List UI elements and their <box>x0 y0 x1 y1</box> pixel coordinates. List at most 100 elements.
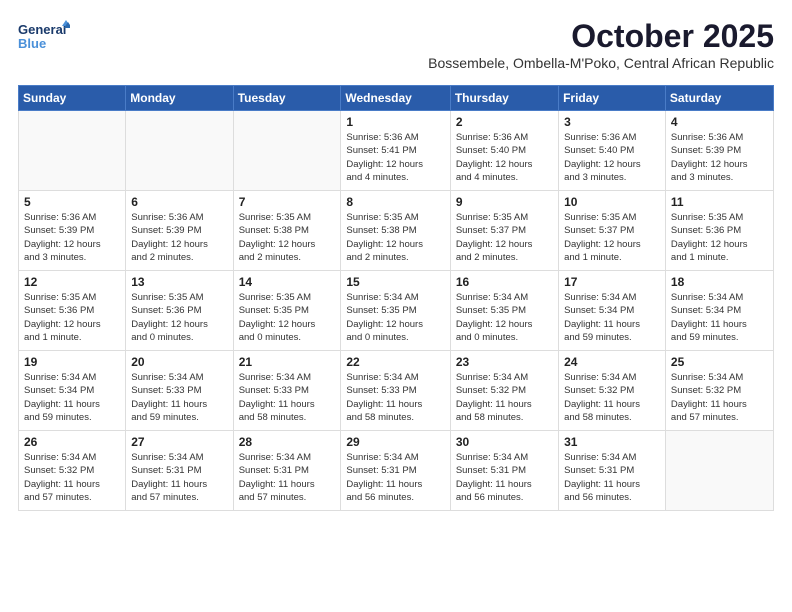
day-number: 12 <box>24 275 120 289</box>
day-info: Sunrise: 5:34 AM Sunset: 5:31 PM Dayligh… <box>564 451 660 504</box>
day-info: Sunrise: 5:35 AM Sunset: 5:36 PM Dayligh… <box>24 291 120 344</box>
day-cell-30: 30 Sunrise: 5:34 AM Sunset: 5:31 PM Dayli… <box>450 431 558 511</box>
day-number: 6 <box>131 195 227 209</box>
day-number: 7 <box>239 195 336 209</box>
day-number: 23 <box>456 355 553 369</box>
weekday-header-saturday: Saturday <box>665 86 773 111</box>
day-number: 9 <box>456 195 553 209</box>
weekday-header-sunday: Sunday <box>19 86 126 111</box>
day-info: Sunrise: 5:34 AM Sunset: 5:31 PM Dayligh… <box>456 451 553 504</box>
day-info: Sunrise: 5:34 AM Sunset: 5:34 PM Dayligh… <box>564 291 660 344</box>
day-cell-1: 1 Sunrise: 5:36 AM Sunset: 5:41 PM Daylig… <box>341 111 450 191</box>
day-info: Sunrise: 5:36 AM Sunset: 5:39 PM Dayligh… <box>24 211 120 264</box>
day-info: Sunrise: 5:34 AM Sunset: 5:31 PM Dayligh… <box>346 451 444 504</box>
day-info: Sunrise: 5:36 AM Sunset: 5:39 PM Dayligh… <box>671 131 768 184</box>
day-cell-23: 23Sunrise: 5:34 AM Sunset: 5:32 PM Dayli… <box>450 351 558 431</box>
week-row-2: 5 Sunrise: 5:36 AM Sunset: 5:39 PM Daylig… <box>19 191 774 271</box>
day-cell-2: 2Sunrise: 5:36 AM Sunset: 5:40 PM Daylig… <box>450 111 558 191</box>
week-row-4: 19 Sunrise: 5:34 AM Sunset: 5:34 PM Dayli… <box>19 351 774 431</box>
day-number: 11 <box>671 195 768 209</box>
logo: General Blue <box>18 18 70 63</box>
day-cell-20: 20Sunrise: 5:34 AM Sunset: 5:33 PM Dayli… <box>126 351 233 431</box>
weekday-header-monday: Monday <box>126 86 233 111</box>
weekday-header-wednesday: Wednesday <box>341 86 450 111</box>
day-number: 21 <box>239 355 336 369</box>
day-info: Sunrise: 5:35 AM Sunset: 5:38 PM Dayligh… <box>239 211 336 264</box>
day-number: 30 <box>456 435 553 449</box>
page: General Blue October 2025 Bossembele, Om… <box>0 0 792 521</box>
day-cell-21: 21 Sunrise: 5:34 AM Sunset: 5:33 PM Dayli… <box>233 351 341 431</box>
day-number: 16 <box>456 275 553 289</box>
day-info: Sunrise: 5:35 AM Sunset: 5:37 PM Dayligh… <box>456 211 553 264</box>
day-cell-6: 6Sunrise: 5:36 AM Sunset: 5:39 PM Daylig… <box>126 191 233 271</box>
day-number: 29 <box>346 435 444 449</box>
day-number: 17 <box>564 275 660 289</box>
day-cell-17: 17 Sunrise: 5:34 AM Sunset: 5:34 PM Dayli… <box>559 271 666 351</box>
day-number: 1 <box>346 115 444 129</box>
day-info: Sunrise: 5:34 AM Sunset: 5:34 PM Dayligh… <box>24 371 120 424</box>
empty-cell <box>665 431 773 511</box>
day-cell-18: 18Sunrise: 5:34 AM Sunset: 5:34 PM Dayli… <box>665 271 773 351</box>
day-info: Sunrise: 5:35 AM Sunset: 5:37 PM Dayligh… <box>564 211 660 264</box>
svg-text:Blue: Blue <box>18 36 46 51</box>
day-info: Sunrise: 5:34 AM Sunset: 5:33 PM Dayligh… <box>131 371 227 424</box>
week-row-5: 26Sunrise: 5:34 AM Sunset: 5:32 PM Dayli… <box>19 431 774 511</box>
day-number: 19 <box>24 355 120 369</box>
day-cell-25: 25 Sunrise: 5:34 AM Sunset: 5:32 PM Dayli… <box>665 351 773 431</box>
day-number: 24 <box>564 355 660 369</box>
weekday-header-thursday: Thursday <box>450 86 558 111</box>
day-info: Sunrise: 5:36 AM Sunset: 5:41 PM Dayligh… <box>346 131 444 184</box>
day-cell-7: 7 Sunrise: 5:35 AM Sunset: 5:38 PM Daylig… <box>233 191 341 271</box>
day-info: Sunrise: 5:34 AM Sunset: 5:34 PM Dayligh… <box>671 291 768 344</box>
week-row-3: 12 Sunrise: 5:35 AM Sunset: 5:36 PM Dayli… <box>19 271 774 351</box>
day-info: Sunrise: 5:34 AM Sunset: 5:31 PM Dayligh… <box>131 451 227 504</box>
day-cell-26: 26Sunrise: 5:34 AM Sunset: 5:32 PM Dayli… <box>19 431 126 511</box>
weekday-header-row: SundayMondayTuesdayWednesdayThursdayFrid… <box>19 86 774 111</box>
day-cell-27: 27 Sunrise: 5:34 AM Sunset: 5:31 PM Dayli… <box>126 431 233 511</box>
day-info: Sunrise: 5:34 AM Sunset: 5:32 PM Dayligh… <box>671 371 768 424</box>
day-cell-3: 3 Sunrise: 5:36 AM Sunset: 5:40 PM Daylig… <box>559 111 666 191</box>
day-number: 25 <box>671 355 768 369</box>
day-info: Sunrise: 5:34 AM Sunset: 5:35 PM Dayligh… <box>456 291 553 344</box>
day-number: 22 <box>346 355 444 369</box>
logo-icon: General Blue <box>18 18 70 58</box>
day-number: 27 <box>131 435 227 449</box>
day-info: Sunrise: 5:36 AM Sunset: 5:40 PM Dayligh… <box>564 131 660 184</box>
day-info: Sunrise: 5:34 AM Sunset: 5:33 PM Dayligh… <box>239 371 336 424</box>
week-row-1: 1 Sunrise: 5:36 AM Sunset: 5:41 PM Daylig… <box>19 111 774 191</box>
day-number: 3 <box>564 115 660 129</box>
day-cell-28: 28 Sunrise: 5:34 AM Sunset: 5:31 PM Dayli… <box>233 431 341 511</box>
day-number: 15 <box>346 275 444 289</box>
day-cell-9: 9 Sunrise: 5:35 AM Sunset: 5:37 PM Daylig… <box>450 191 558 271</box>
day-cell-12: 12 Sunrise: 5:35 AM Sunset: 5:36 PM Dayli… <box>19 271 126 351</box>
empty-cell <box>126 111 233 191</box>
weekday-header-tuesday: Tuesday <box>233 86 341 111</box>
day-number: 2 <box>456 115 553 129</box>
title-section: October 2025 Bossembele, Ombella-M'Poko,… <box>428 18 774 79</box>
day-cell-31: 31 Sunrise: 5:34 AM Sunset: 5:31 PM Dayli… <box>559 431 666 511</box>
day-number: 10 <box>564 195 660 209</box>
empty-cell <box>233 111 341 191</box>
day-number: 31 <box>564 435 660 449</box>
day-info: Sunrise: 5:34 AM Sunset: 5:31 PM Dayligh… <box>239 451 336 504</box>
day-number: 8 <box>346 195 444 209</box>
day-cell-11: 11 Sunrise: 5:35 AM Sunset: 5:36 PM Dayli… <box>665 191 773 271</box>
day-number: 5 <box>24 195 120 209</box>
day-cell-4: 4Sunrise: 5:36 AM Sunset: 5:39 PM Daylig… <box>665 111 773 191</box>
day-info: Sunrise: 5:34 AM Sunset: 5:35 PM Dayligh… <box>346 291 444 344</box>
day-cell-15: 15 Sunrise: 5:34 AM Sunset: 5:35 PM Dayli… <box>341 271 450 351</box>
day-cell-24: 24Sunrise: 5:34 AM Sunset: 5:32 PM Dayli… <box>559 351 666 431</box>
day-cell-16: 16 Sunrise: 5:34 AM Sunset: 5:35 PM Dayli… <box>450 271 558 351</box>
empty-cell <box>19 111 126 191</box>
day-info: Sunrise: 5:34 AM Sunset: 5:33 PM Dayligh… <box>346 371 444 424</box>
day-info: Sunrise: 5:34 AM Sunset: 5:32 PM Dayligh… <box>24 451 120 504</box>
day-cell-13: 13Sunrise: 5:35 AM Sunset: 5:36 PM Dayli… <box>126 271 233 351</box>
day-info: Sunrise: 5:35 AM Sunset: 5:38 PM Dayligh… <box>346 211 444 264</box>
day-info: Sunrise: 5:35 AM Sunset: 5:36 PM Dayligh… <box>671 211 768 264</box>
day-number: 28 <box>239 435 336 449</box>
day-cell-5: 5 Sunrise: 5:36 AM Sunset: 5:39 PM Daylig… <box>19 191 126 271</box>
day-cell-19: 19 Sunrise: 5:34 AM Sunset: 5:34 PM Dayli… <box>19 351 126 431</box>
day-cell-14: 14Sunrise: 5:35 AM Sunset: 5:35 PM Dayli… <box>233 271 341 351</box>
day-cell-10: 10 Sunrise: 5:35 AM Sunset: 5:37 PM Dayli… <box>559 191 666 271</box>
day-info: Sunrise: 5:35 AM Sunset: 5:36 PM Dayligh… <box>131 291 227 344</box>
